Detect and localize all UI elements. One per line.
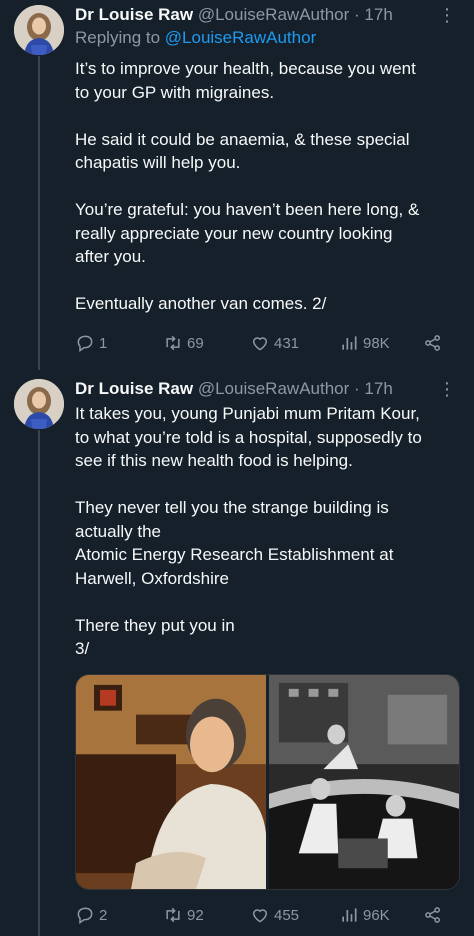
timestamp[interactable]: 17h <box>364 379 392 398</box>
reply-button[interactable]: 2 <box>75 905 107 925</box>
text-line: chapatis will help you. <box>75 153 241 172</box>
action-bar: 1 69 431 98K <box>75 331 455 355</box>
reply-icon <box>77 907 93 924</box>
action-bar: 2 92 455 96K <box>75 903 455 927</box>
like-count: 455 <box>274 906 300 924</box>
text-line: You’re grateful: you haven’t been here l… <box>75 200 420 219</box>
text-line: They never tell you the strange building… <box>75 498 389 517</box>
tweet-2[interactable]: Dr Louise Raw @LouiseRawAuthor · 17h ⋮ I… <box>0 370 474 936</box>
separator-dot: · <box>354 379 360 398</box>
views-button[interactable]: 98K <box>339 333 390 353</box>
thread-line-bottom <box>38 430 40 936</box>
timestamp[interactable]: 17h <box>364 5 392 24</box>
photo-woman-portrait[interactable] <box>76 675 266 889</box>
like-icon <box>252 337 268 351</box>
like-count: 431 <box>274 334 300 352</box>
author-name[interactable]: Dr Louise Raw <box>75 379 193 398</box>
text-line: It’s to improve your health, because you… <box>75 59 416 78</box>
views-button[interactable]: 96K <box>339 905 390 925</box>
text-line: He said it could be anaemia, & these spe… <box>75 129 410 149</box>
retweet-icon <box>166 335 180 351</box>
text-line: to your GP with migraines. <box>75 82 275 102</box>
views-count: 96K <box>363 906 390 924</box>
retweet-count: 92 <box>187 906 204 924</box>
tweet-text: It takes you, young Punjabi mum Pritam K… <box>75 402 467 661</box>
tweet-header: Dr Louise Raw @LouiseRawAuthor · 17h <box>75 4 464 26</box>
replying-handle-link[interactable]: @LouiseRawAuthor <box>165 28 316 47</box>
photo-laboratory[interactable] <box>269 675 459 889</box>
avatar[interactable] <box>14 5 64 55</box>
share-icon <box>425 907 440 923</box>
reply-count: 2 <box>99 906 108 924</box>
like-button[interactable]: 431 <box>250 333 299 353</box>
replying-to: Replying to @LouiseRawAuthor <box>75 27 316 49</box>
text-line: It takes you, young Punjabi mum Pritam K… <box>75 404 420 423</box>
tweet-1[interactable]: Dr Louise Raw @LouiseRawAuthor · 17h ⋮ R… <box>0 0 474 370</box>
text-line: really appreciate your new country looki… <box>75 223 393 243</box>
reply-count: 1 <box>99 334 108 352</box>
retweet-icon <box>166 907 180 923</box>
retweet-button[interactable]: 92 <box>163 905 204 925</box>
retweet-button[interactable]: 69 <box>163 333 204 353</box>
tweet-media[interactable] <box>75 674 460 890</box>
more-icon[interactable]: ⋮ <box>438 4 456 26</box>
author-handle[interactable]: @LouiseRawAuthor <box>198 5 349 24</box>
reply-button[interactable]: 1 <box>75 333 107 353</box>
share-icon <box>425 335 440 351</box>
tweet-text: It’s to improve your health, because you… <box>75 57 467 316</box>
text-line: Harwell, Oxfordshire <box>75 568 229 588</box>
share-button[interactable] <box>423 333 443 353</box>
author-name[interactable]: Dr Louise Raw <box>75 5 193 24</box>
views-icon <box>342 336 357 350</box>
reply-icon <box>77 335 93 352</box>
views-count: 98K <box>363 334 390 352</box>
more-icon[interactable]: ⋮ <box>438 378 456 400</box>
retweet-count: 69 <box>187 334 204 352</box>
author-handle[interactable]: @LouiseRawAuthor <box>198 379 349 398</box>
like-icon <box>252 909 268 923</box>
text-line: after you. <box>75 247 146 266</box>
text-line: Atomic Energy Research Establishment at <box>75 545 394 564</box>
views-icon <box>342 908 357 922</box>
tweet-header: Dr Louise Raw @LouiseRawAuthor · 17h <box>75 378 464 400</box>
text-line: actually the <box>75 521 161 541</box>
like-button[interactable]: 455 <box>250 905 299 925</box>
text-line: see if this new health food is helping. <box>75 451 353 470</box>
replying-prefix: Replying to <box>75 28 165 47</box>
text-line: There they put you in <box>75 615 235 635</box>
text-line: Eventually another van comes. 2/ <box>75 294 327 313</box>
separator-dot: · <box>354 5 360 24</box>
text-line: to what you’re told is a hospital, suppo… <box>75 427 422 447</box>
text-line: 3/ <box>75 639 90 658</box>
avatar[interactable] <box>14 379 64 429</box>
thread-line-top <box>38 56 40 370</box>
share-button[interactable] <box>423 905 443 925</box>
